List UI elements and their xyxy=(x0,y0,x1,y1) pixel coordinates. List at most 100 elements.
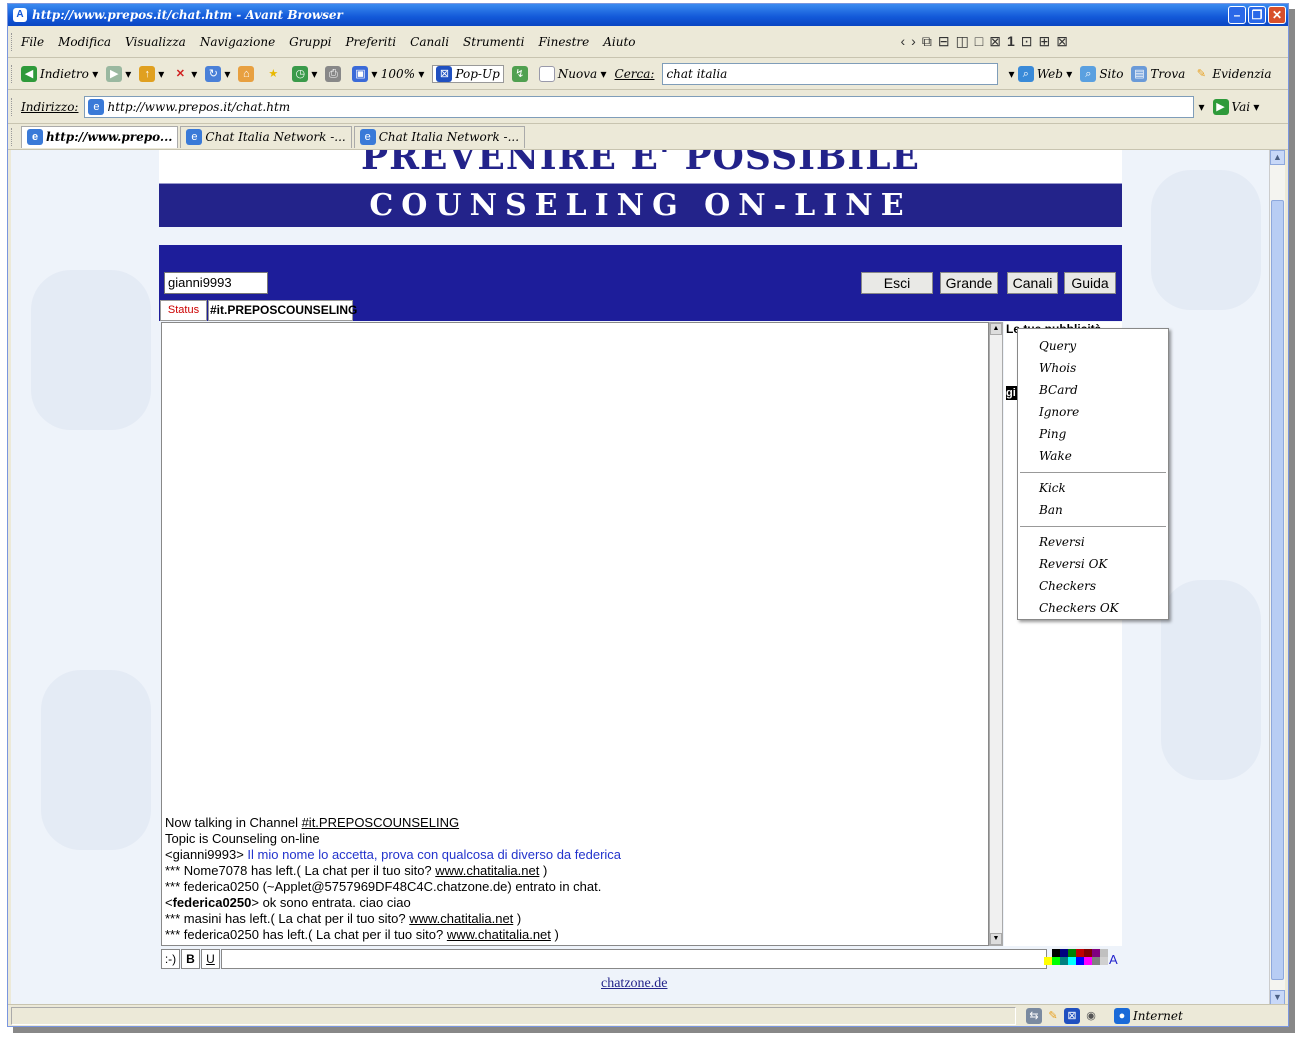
menu-item-query[interactable]: Query xyxy=(1018,335,1168,357)
maximize-button[interactable]: ❐ xyxy=(1248,6,1266,24)
menu-file[interactable]: File xyxy=(21,35,44,49)
close-tab-icon[interactable]: ⊠ xyxy=(1056,33,1068,50)
cascade-icon[interactable]: ⧉ xyxy=(922,33,932,50)
go-button[interactable]: ▶ Vai ▾ xyxy=(1212,98,1259,115)
color-swatch[interactable] xyxy=(1068,949,1076,957)
new-window-button[interactable]: Nuova ▾ xyxy=(538,65,607,82)
menu-groups[interactable]: Gruppi xyxy=(289,35,331,49)
menu-item-checkers[interactable]: Checkers xyxy=(1018,575,1168,597)
menu-item-reversi-ok[interactable]: Reversi OK xyxy=(1018,553,1168,575)
scroll-up-arrow-icon[interactable]: ▲ xyxy=(1270,150,1285,165)
scroll-thumb[interactable] xyxy=(1271,200,1284,980)
color-palette[interactable]: A xyxy=(1044,947,1118,969)
bold-button[interactable]: B xyxy=(181,949,200,969)
menu-item-checkers-ok[interactable]: Checkers OK xyxy=(1018,597,1168,619)
search-input[interactable]: chat italia xyxy=(662,62,999,85)
toolbar-grip[interactable] xyxy=(11,97,15,116)
tile-horizontal-icon[interactable]: ⊟ xyxy=(938,33,950,50)
menu-item-ping[interactable]: Ping xyxy=(1018,423,1168,445)
scroll-down-arrow-icon[interactable]: ▼ xyxy=(1270,990,1285,1005)
back-button[interactable]: ◀ Indietro ▾ xyxy=(21,65,98,82)
color-swatch[interactable] xyxy=(1060,949,1068,957)
help-button[interactable]: Guida xyxy=(1064,272,1116,294)
menu-item-wake[interactable]: Wake xyxy=(1018,445,1168,467)
zoom-button[interactable]: ▣ ▾ 100% ▾ xyxy=(352,65,424,82)
restore-tab-icon[interactable]: ⊞ xyxy=(1039,33,1051,50)
channel-link[interactable]: #it.PREPOSCOUNSELING xyxy=(302,815,460,830)
minimize-tab-icon[interactable]: ⊡ xyxy=(1021,33,1033,50)
prev-window-icon[interactable]: ‹ xyxy=(900,33,905,50)
color-swatch[interactable] xyxy=(1052,957,1060,965)
menu-tools[interactable]: Strumenti xyxy=(463,35,524,49)
web-search-button[interactable]: ▾ ⌕ Web ▾ xyxy=(1008,65,1072,82)
page-scrollbar[interactable]: ▲ ▼ xyxy=(1269,150,1285,1005)
highlight-button[interactable]: ✎ Evidenzia xyxy=(1193,66,1272,82)
history-button[interactable]: ◷ ▾ xyxy=(292,65,317,82)
color-swatch[interactable] xyxy=(1052,949,1060,957)
home-button[interactable]: ⌂ xyxy=(238,65,257,82)
toolbar-grip[interactable] xyxy=(11,64,15,83)
tab-chat-italia-2[interactable]: e Chat Italia Network -... xyxy=(353,125,526,148)
forward-button[interactable]: ▶ ▾ xyxy=(106,65,131,82)
underline-button[interactable]: U xyxy=(201,949,220,969)
menu-item-reversi[interactable]: Reversi xyxy=(1018,531,1168,553)
site-search-button[interactable]: ⌕ Sito xyxy=(1080,65,1123,82)
flash-button[interactable]: ↯ xyxy=(511,65,531,82)
refresh-button[interactable]: ↻ ▾ xyxy=(205,65,230,82)
toolbar-grip[interactable] xyxy=(11,32,15,51)
message-input[interactable] xyxy=(221,949,1047,969)
nickname-input[interactable]: gianni9993 xyxy=(164,272,268,294)
find-button[interactable]: ▤ Trova xyxy=(1131,65,1185,82)
chatitalia-link[interactable]: www.chatitalia.net xyxy=(435,863,539,878)
stop-button[interactable]: ✕ ▾ xyxy=(172,66,198,82)
color-swatch[interactable] xyxy=(1084,949,1092,957)
color-swatch[interactable] xyxy=(1044,957,1052,965)
menu-item-kick[interactable]: Kick xyxy=(1018,477,1168,499)
restore-icon[interactable]: □ xyxy=(975,33,983,50)
address-input[interactable]: e http://www.prepos.it/chat.htm xyxy=(84,95,1195,118)
menu-item-whois[interactable]: Whois xyxy=(1018,357,1168,379)
chatitalia-link[interactable]: www.chatitalia.net xyxy=(409,911,513,926)
minimize-button[interactable]: – xyxy=(1228,6,1246,24)
smiley-button[interactable]: :-) xyxy=(161,949,180,969)
big-button[interactable]: Grande xyxy=(940,272,998,294)
popup-blocker-button[interactable]: ⊠ Pop-Up xyxy=(432,64,504,83)
next-window-icon[interactable]: › xyxy=(911,33,916,50)
color-swatch[interactable] xyxy=(1076,957,1084,965)
up-button[interactable]: ↑ ▾ xyxy=(139,65,164,82)
color-swatch[interactable] xyxy=(1068,957,1076,965)
print-button[interactable]: ⎙ xyxy=(325,65,344,82)
menu-item-ban[interactable]: Ban xyxy=(1018,499,1168,521)
chatitalia-link[interactable]: www.chatitalia.net xyxy=(447,927,551,942)
favorites-button[interactable]: ★ xyxy=(265,66,284,82)
scroll-up-arrow-icon[interactable]: ▲ xyxy=(990,323,1002,335)
menu-view[interactable]: Visualizza xyxy=(125,35,186,49)
close-all-icon[interactable]: ⊠ xyxy=(989,33,1001,50)
menu-navigation[interactable]: Navigazione xyxy=(200,35,275,49)
color-swatch[interactable] xyxy=(1092,949,1100,957)
menu-windows[interactable]: Finestre xyxy=(538,35,589,49)
tab-prepos[interactable]: e http://www.prepo... xyxy=(21,125,179,148)
tab-status[interactable]: Status xyxy=(160,300,207,321)
quit-button[interactable]: Esci xyxy=(861,272,933,294)
address-dropdown[interactable]: ▾ xyxy=(1198,100,1204,114)
menu-favorites[interactable]: Preferiti xyxy=(345,35,396,49)
menu-item-bcard[interactable]: BCard xyxy=(1018,379,1168,401)
color-swatch[interactable] xyxy=(1060,957,1068,965)
color-swatch[interactable] xyxy=(1092,957,1100,965)
channels-button[interactable]: Canali xyxy=(1007,272,1058,294)
color-swatch[interactable] xyxy=(1076,949,1084,957)
menu-edit[interactable]: Modifica xyxy=(58,35,111,49)
scroll-down-arrow-icon[interactable]: ▼ xyxy=(990,933,1002,945)
color-swatch[interactable] xyxy=(1084,957,1092,965)
close-button[interactable]: ✕ xyxy=(1268,6,1286,24)
tab-channel[interactable]: #it.PREPOSCOUNSELING xyxy=(208,300,357,321)
chat-scrollbar[interactable]: ▲ ▼ xyxy=(989,322,1003,946)
toolbar-grip[interactable] xyxy=(11,127,15,146)
menu-channels[interactable]: Canali xyxy=(410,35,449,49)
tab-chat-italia-1[interactable]: e Chat Italia Network -... xyxy=(180,125,352,148)
color-swatch[interactable] xyxy=(1100,949,1108,957)
tile-vertical-icon[interactable]: ◫ xyxy=(956,33,969,50)
color-swatch[interactable] xyxy=(1100,957,1108,965)
menu-help[interactable]: Aiuto xyxy=(603,35,635,49)
